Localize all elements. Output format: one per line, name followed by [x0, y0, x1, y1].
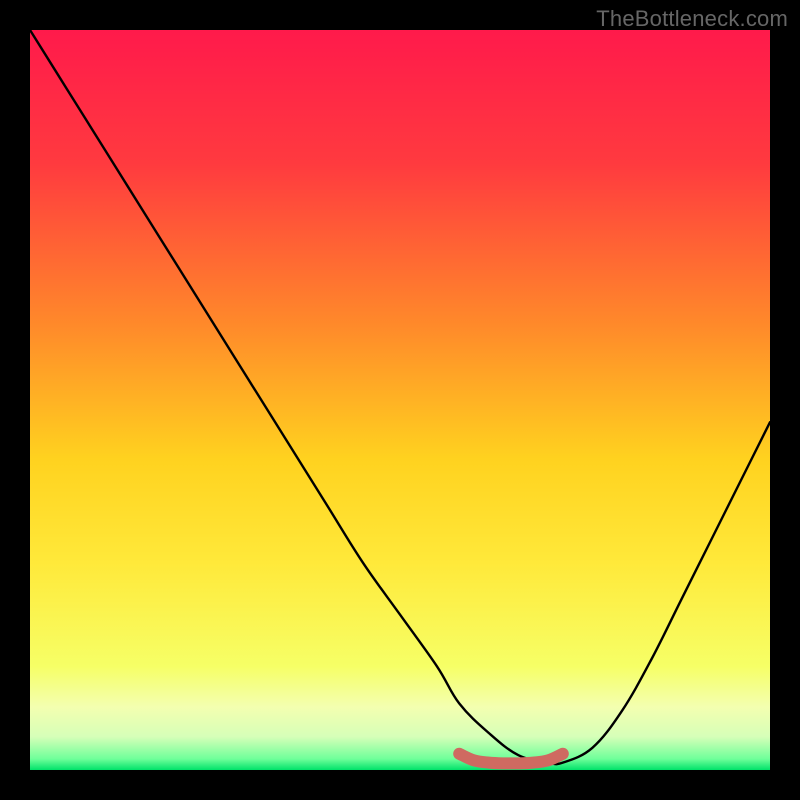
- plot-area: [30, 30, 770, 770]
- chart-svg: [30, 30, 770, 770]
- watermark-text: TheBottleneck.com: [596, 6, 788, 32]
- chart-frame: TheBottleneck.com: [0, 0, 800, 800]
- gradient-background: [30, 30, 770, 770]
